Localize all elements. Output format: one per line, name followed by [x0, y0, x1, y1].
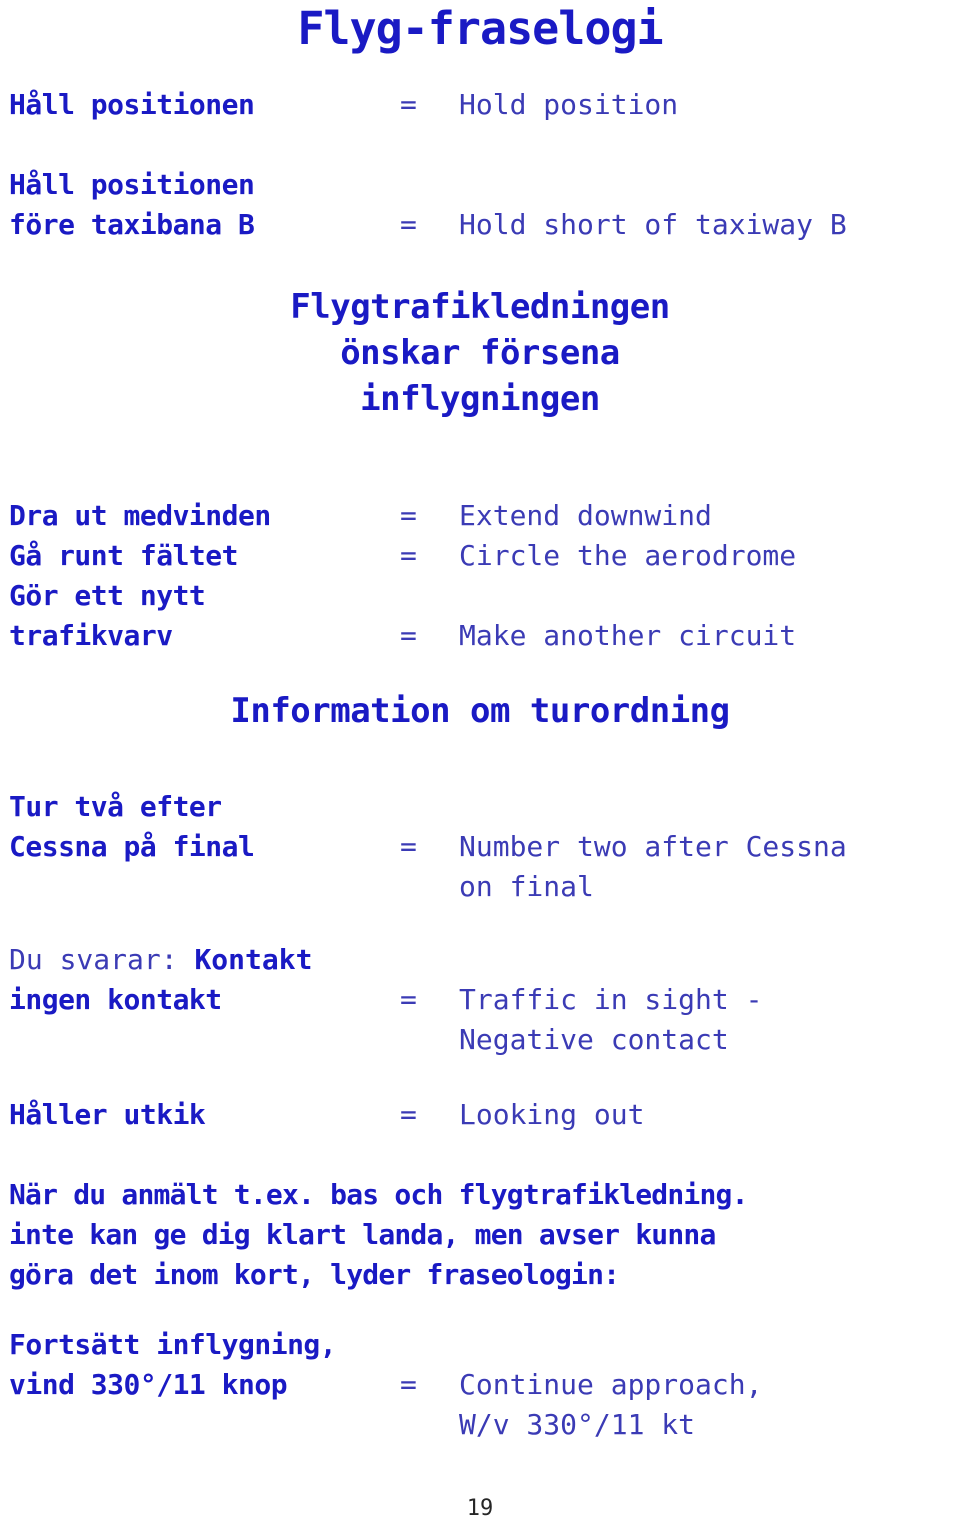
swedish-phrase: Håll positionen — [9, 168, 255, 201]
english-phrase-continuation: on final — [459, 870, 594, 903]
phrase-row-number-two-line2: Cessna på final = Number two after Cessn… — [0, 827, 960, 867]
body-paragraph: När du anmält t.ex. bas och flygtrafikle… — [9, 1175, 954, 1295]
paragraph-line-3: göra det inom kort, lyder fraseologin: — [9, 1258, 620, 1291]
equals-separator: = — [400, 88, 417, 121]
phrase-row-number-two-line1: Tur två efter — [0, 787, 960, 827]
swedish-phrase: Cessna på final — [9, 830, 255, 863]
english-phrase: Hold position — [459, 88, 679, 121]
phrase-row-negative-contact-line3: Negative contact — [0, 1020, 960, 1060]
heading-line-3: inflygningen — [360, 379, 600, 419]
heading-line-1: Information om turordning — [230, 691, 730, 731]
phrase-row-hold-position: Håll positionen = Hold position — [0, 85, 960, 125]
swedish-phrase: Fortsätt inflygning, — [9, 1328, 337, 1361]
phrase-row-another-circuit-line1: Gör ett nytt — [0, 576, 960, 616]
swedish-phrase: Gå runt fältet — [9, 539, 239, 572]
swedish-phrase: vind 330°/11 knop — [9, 1368, 288, 1401]
page-number: 19 — [466, 1496, 494, 1521]
english-phrase: Looking out — [459, 1098, 645, 1131]
swedish-phrase: Håll positionen — [9, 88, 255, 121]
english-phrase: Traffic in sight - — [459, 983, 763, 1016]
equals-separator: = — [400, 619, 417, 652]
section-heading-atc-delay: Flygtrafikledningen önskar försena infly… — [0, 284, 960, 422]
english-phrase: Number two after Cessna — [459, 830, 847, 863]
phrase-row-hold-short-line2: före taxibana B = Hold short of taxiway … — [0, 205, 960, 245]
equals-separator: = — [400, 1098, 417, 1131]
swedish-phrase: Dra ut medvinden — [9, 499, 271, 532]
english-phrase: Extend downwind — [459, 499, 712, 532]
phrase-row-looking-out: Håller utkik = Looking out — [0, 1095, 960, 1135]
swedish-phrase: Håller utkik — [9, 1098, 206, 1131]
section-heading-sequence-info: Information om turordning — [0, 688, 960, 734]
swedish-lead-in: Du svarar: — [9, 943, 195, 976]
english-phrase: Continue approach, — [459, 1368, 763, 1401]
swedish-phrase: före taxibana B — [9, 208, 255, 241]
phrase-row-continue-approach-line3: W/v 330°/11 kt — [0, 1405, 960, 1445]
paragraph-line-1: När du anmält t.ex. bas och flygtrafikle… — [9, 1178, 748, 1211]
phrase-row-continue-approach-line1: Fortsätt inflygning, — [0, 1325, 960, 1365]
equals-separator: = — [400, 499, 417, 532]
swedish-phrase: Kontakt — [194, 943, 313, 976]
equals-separator: = — [400, 208, 417, 241]
swedish-phrase: trafikvarv — [9, 619, 173, 652]
phrase-row-negative-contact-line1: Du svarar: Kontakt — [9, 940, 312, 980]
phrase-row-extend-downwind: Dra ut medvinden = Extend downwind — [0, 496, 960, 536]
english-phrase-continuation: Negative contact — [459, 1023, 729, 1056]
heading-line-2: önskar försena — [340, 333, 620, 373]
english-phrase-continuation: W/v 330°/11 kt — [459, 1408, 696, 1441]
swedish-phrase: Tur två efter — [9, 790, 222, 823]
equals-separator: = — [400, 830, 417, 863]
equals-separator: = — [400, 1368, 417, 1401]
phrase-row-continue-approach-line2: vind 330°/11 knop = Continue approach, — [0, 1365, 960, 1405]
english-phrase: Make another circuit — [459, 619, 797, 652]
phrase-row-hold-short-line1: Håll positionen — [0, 165, 960, 205]
document-page: Flyg-fraselogi Håll positionen = Hold po… — [0, 0, 960, 1537]
heading-line-1: Flygtrafikledningen — [290, 287, 670, 327]
equals-separator: = — [400, 983, 417, 1016]
phrase-row-another-circuit-line2: trafikvarv = Make another circuit — [0, 616, 960, 656]
phrase-row-number-two-line3: on final — [0, 867, 960, 907]
swedish-phrase: ingen kontakt — [9, 983, 222, 1016]
swedish-phrase: Gör ett nytt — [9, 579, 206, 612]
phrase-row-circle-aerodrome: Gå runt fältet = Circle the aerodrome — [0, 536, 960, 576]
page-title: Flyg-fraselogi — [297, 2, 663, 55]
paragraph-line-2: inte kan ge dig klart landa, men avser k… — [9, 1218, 716, 1251]
english-phrase: Hold short of taxiway B — [459, 208, 847, 241]
equals-separator: = — [400, 539, 417, 572]
phrase-row-negative-contact-line2: ingen kontakt = Traffic in sight - — [0, 980, 960, 1020]
english-phrase: Circle the aerodrome — [459, 539, 797, 572]
